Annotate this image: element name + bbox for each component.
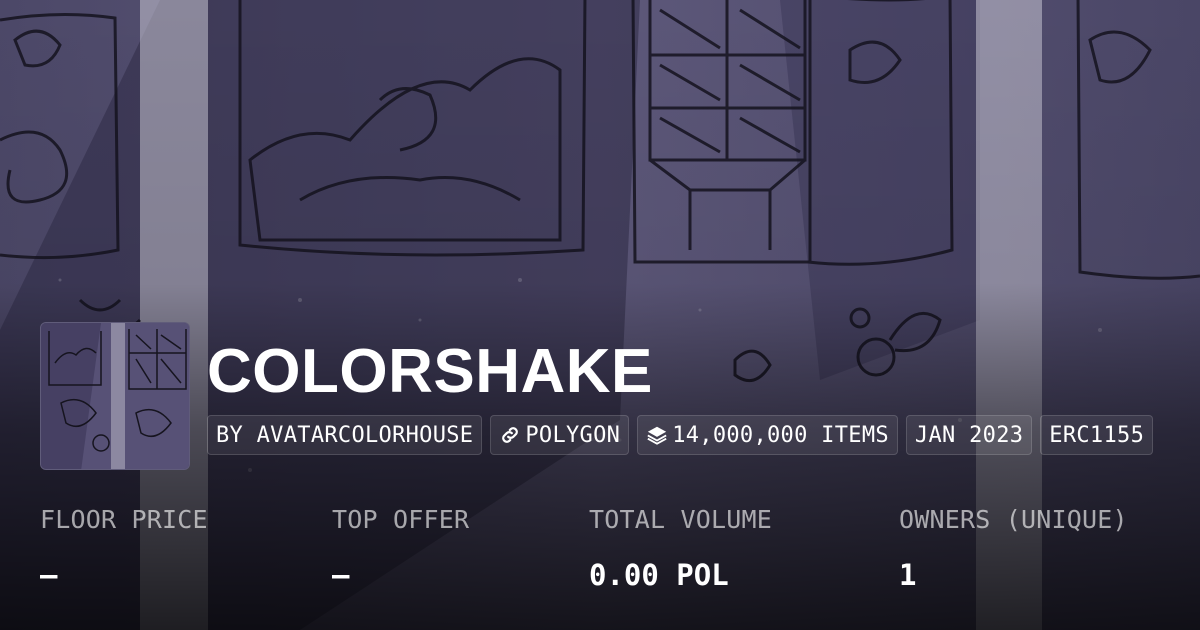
creator-label: BY AVATARCOLORHOUSE [216, 422, 474, 448]
collection-info-chips: BY AVATARCOLORHOUSE POLYGON 14,000,000 I… [207, 415, 1154, 455]
items-label: 14,000,000 ITEMS [672, 422, 889, 448]
stat-label: TOP OFFER [332, 505, 470, 534]
stat-value: 0.00 POL [589, 558, 729, 592]
stat-label: OWNERS (UNIQUE) [899, 505, 1128, 534]
stat-value: – [40, 558, 58, 592]
token-standard-label: ERC1155 [1049, 422, 1145, 448]
token-standard-chip: ERC1155 [1040, 415, 1154, 455]
stat-value: 1 [899, 558, 917, 592]
chain-chip[interactable]: POLYGON [490, 415, 630, 455]
created-date-chip: JAN 2023 [905, 415, 1033, 455]
collection-avatar-artwork [41, 323, 189, 469]
collection-avatar[interactable] [40, 322, 190, 470]
stat-label: FLOOR PRICE [40, 505, 208, 534]
collection-title: COLORSHAKE [207, 337, 653, 406]
chain-label: POLYGON [525, 422, 621, 448]
items-chip[interactable]: 14,000,000 ITEMS [637, 415, 898, 455]
stat-floor-price: FLOOR PRICE – [40, 505, 208, 592]
layers-icon [647, 426, 667, 445]
creator-chip[interactable]: BY AVATARCOLORHOUSE [207, 415, 483, 455]
stat-total-volume: TOTAL VOLUME 0.00 POL [589, 505, 772, 592]
stat-owners: OWNERS (UNIQUE) 1 [899, 505, 1128, 592]
stat-top-offer: TOP OFFER – [332, 505, 469, 592]
link-icon [502, 427, 519, 443]
stat-label: TOTAL VOLUME [589, 505, 773, 534]
created-date-label: JAN 2023 [914, 422, 1024, 448]
stat-value: – [332, 558, 350, 592]
